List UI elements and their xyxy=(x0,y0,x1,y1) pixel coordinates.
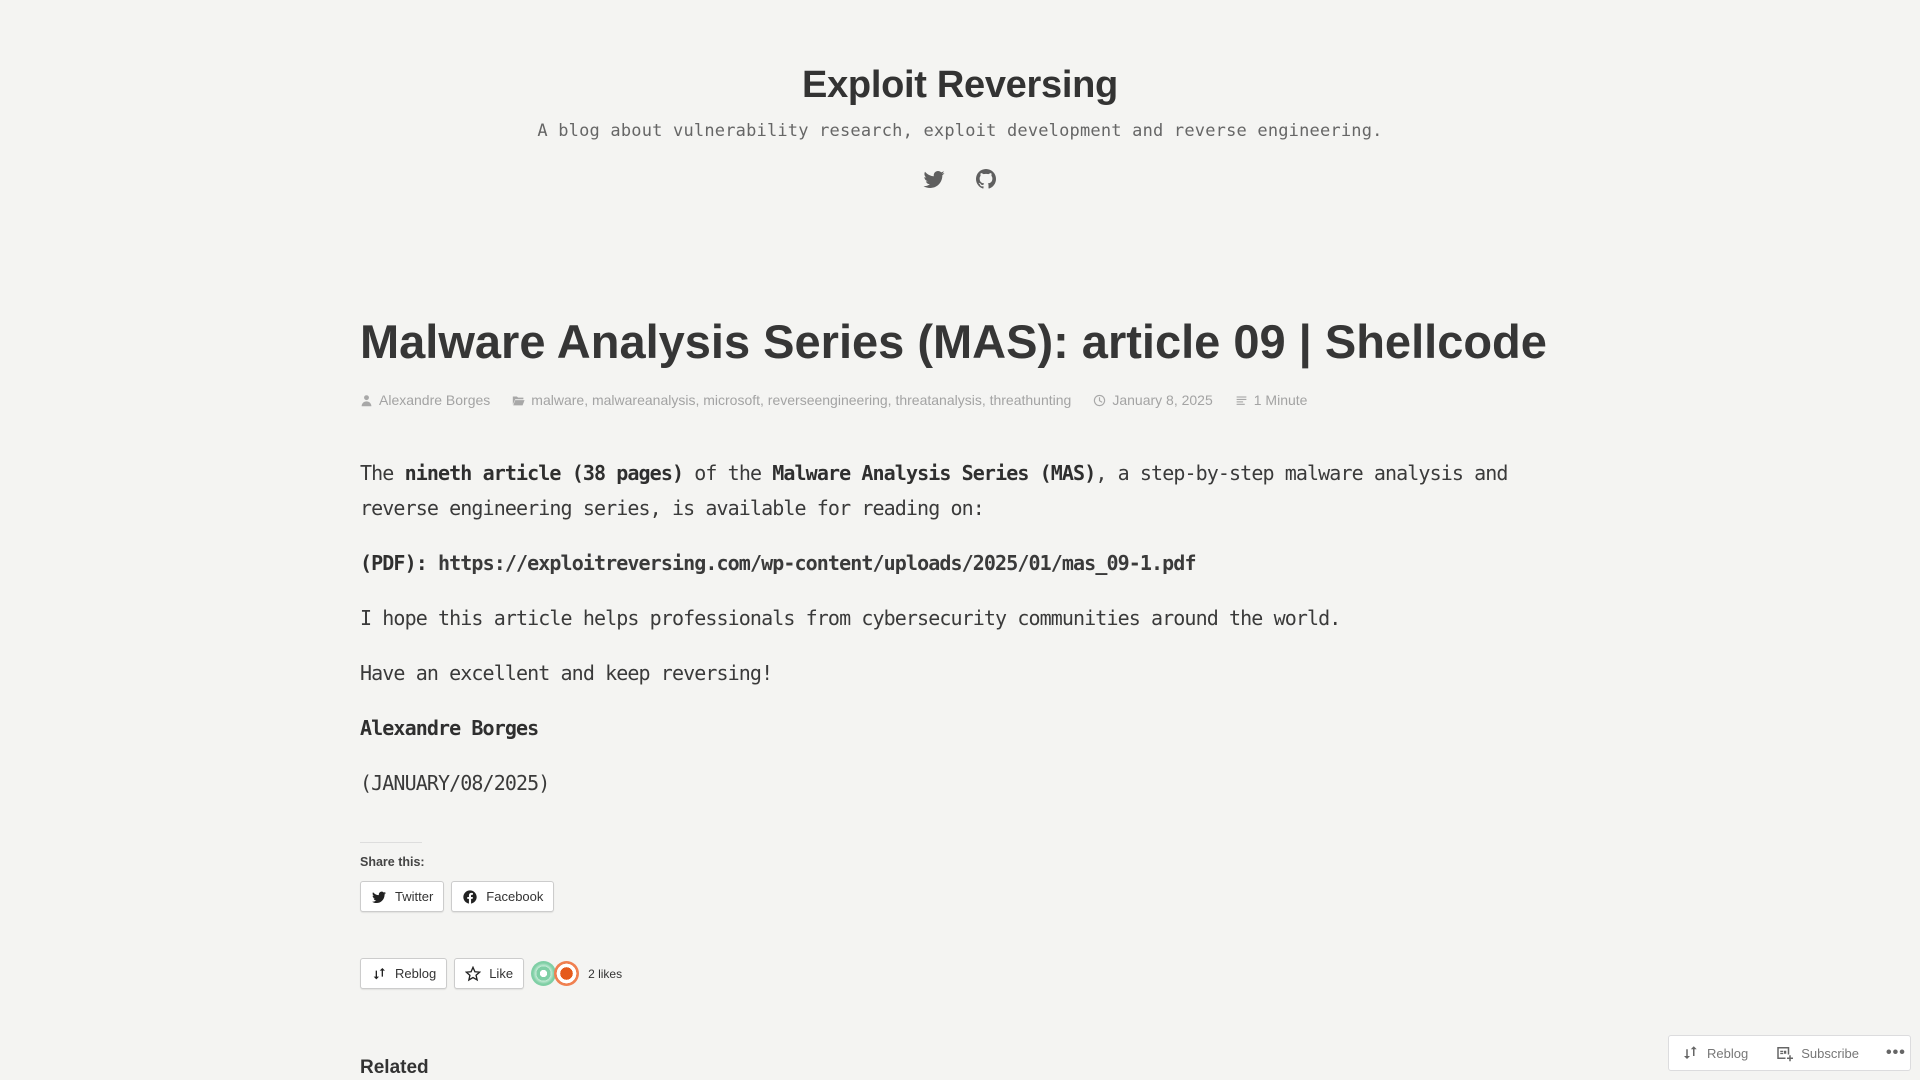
date-link[interactable]: January 8, 2025 xyxy=(1112,392,1212,408)
closing-paragraph: Have an excellent and keep reversing! xyxy=(360,660,773,685)
actionbar-reblog-button[interactable]: Reblog xyxy=(1681,1044,1748,1062)
social-links xyxy=(0,167,1920,191)
signature-name: Alexandre Borges xyxy=(360,715,539,740)
reading-time: 1 Minute xyxy=(1253,392,1308,408)
pdf-paragraph: (PDF): https://exploitreversing.com/wp-c… xyxy=(360,546,1580,581)
facebook-icon xyxy=(463,889,477,904)
post-content: The nineth article (38 pages) of the Mal… xyxy=(360,456,1580,800)
meta-categories: malware, malwareanalysis, microsoft, rev… xyxy=(512,392,1071,408)
share-title: Share this: xyxy=(360,855,425,869)
share-twitter-label: Twitter xyxy=(395,889,434,904)
reblog-label: Reblog xyxy=(395,966,437,981)
actionbar-subscribe-label: Subscribe xyxy=(1801,1045,1860,1061)
share-facebook-button[interactable]: Facebook xyxy=(451,881,555,912)
signature-date: (JANUARY/08/2025) xyxy=(360,770,550,795)
pdf-link[interactable]: https://exploitreversing.com/wp-content/… xyxy=(438,551,1196,575)
star-icon xyxy=(465,965,482,981)
reblog-icon xyxy=(1684,1046,1697,1059)
clock-icon xyxy=(1094,394,1106,406)
action-bar: Reblog Subscribe ••• xyxy=(1668,1035,1911,1071)
user-icon xyxy=(361,394,372,406)
like-button[interactable]: Like xyxy=(454,958,525,989)
related-heading: Related xyxy=(360,1057,429,1078)
pdf-label: (PDF): xyxy=(360,550,438,575)
share-facebook-label: Facebook xyxy=(486,889,544,904)
github-icon xyxy=(976,169,996,189)
categories-links[interactable]: malware, malwareanalysis, microsoft, rev… xyxy=(531,392,1071,408)
avatar[interactable] xyxy=(554,961,580,986)
actionbar-reblog-label: Reblog xyxy=(1707,1045,1749,1061)
post-meta: Alexandre Borges malware, malwareanalysi… xyxy=(360,392,1580,408)
bold-series-name: Malware Analysis Series (MAS) xyxy=(772,461,1096,485)
github-link[interactable] xyxy=(974,167,998,191)
likes-count: 2 likes xyxy=(588,966,623,981)
reading-time-icon xyxy=(1236,395,1247,405)
reblog-icon xyxy=(373,967,385,979)
intro-paragraph: The nineth article (38 pages) of the Mal… xyxy=(360,456,1580,525)
folder-icon xyxy=(513,395,525,405)
author-link[interactable]: Alexandre Borges xyxy=(379,392,490,408)
reblog-button[interactable]: Reblog xyxy=(360,958,448,989)
meta-date: January 8, 2025 xyxy=(1093,392,1213,408)
bold-article-count: nineth article (38 pages) xyxy=(404,461,684,485)
liker-avatars xyxy=(531,961,580,986)
site-description: A blog about vulnerability research, exp… xyxy=(537,121,1383,141)
meta-reading-time: 1 Minute xyxy=(1235,392,1308,408)
likes-section: Reblog Like 2 likes xyxy=(360,958,1580,989)
text: The xyxy=(360,461,405,485)
subscribe-icon xyxy=(1777,1047,1794,1062)
twitter-icon xyxy=(372,891,386,903)
like-label: Like xyxy=(489,966,514,981)
hope-paragraph: I hope this article helps professionals … xyxy=(360,605,1341,630)
share-divider xyxy=(360,842,422,843)
avatar[interactable] xyxy=(531,961,557,986)
twitter-link[interactable] xyxy=(922,167,946,191)
twitter-icon xyxy=(923,171,945,188)
share-twitter-button[interactable]: Twitter xyxy=(360,881,445,912)
signature: Alexandre Borges xyxy=(360,711,1580,746)
site-title[interactable]: Exploit Reversing xyxy=(802,63,1118,107)
text: of the xyxy=(683,461,773,485)
meta-author: Alexandre Borges xyxy=(360,392,490,408)
post: Malware Analysis Series (MAS): article 0… xyxy=(360,310,1580,1079)
share-section: Share this: Twitter Facebook xyxy=(360,842,1580,912)
post-title: Malware Analysis Series (MAS): article 0… xyxy=(360,315,1547,368)
actionbar-subscribe-button[interactable]: Subscribe xyxy=(1775,1044,1859,1062)
more-options-button[interactable]: ••• xyxy=(1886,1044,1906,1062)
site-header: Exploit Reversing A blog about vulnerabi… xyxy=(0,0,1920,191)
